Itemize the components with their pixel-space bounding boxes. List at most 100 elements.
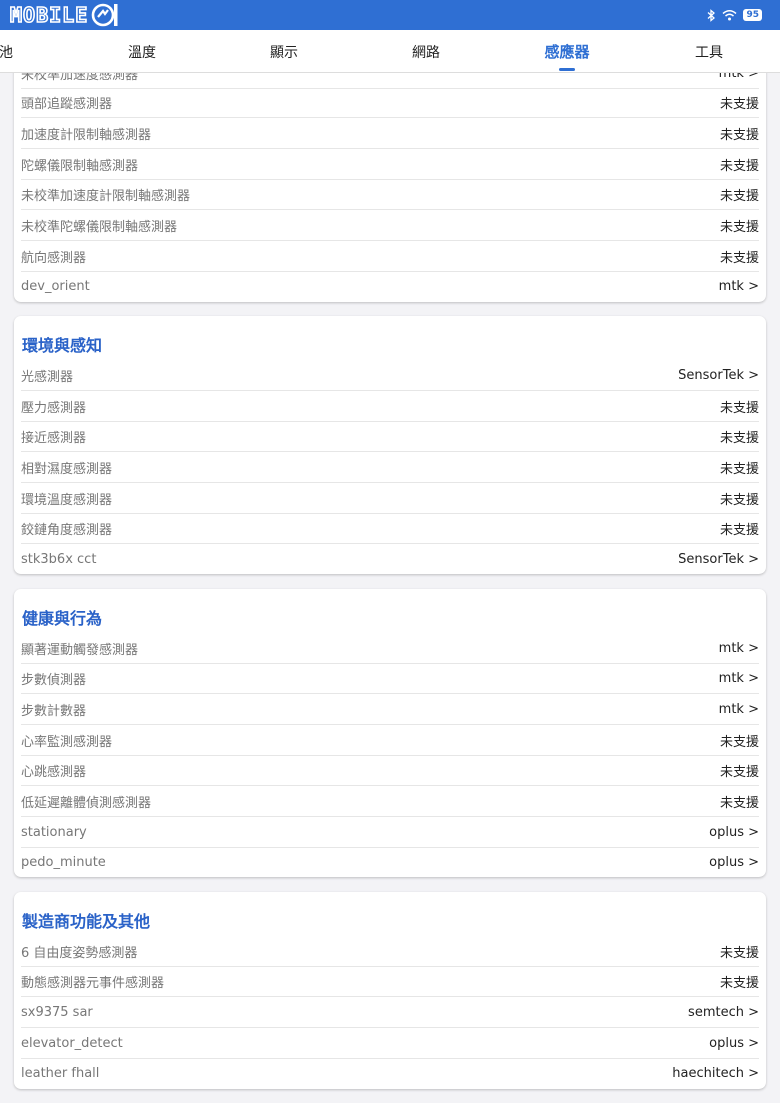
list-item: 心率監測感測器 未支援 [21,725,759,756]
row-label: 壓力感測器 [21,400,87,416]
list-item[interactable]: elevator_detect oplus > [21,1028,759,1059]
row-label: 動態感測器元事件感測器 [21,975,165,991]
row-label: 鉸鏈角度感測器 [21,522,113,538]
row-label: 未校準加速度計限制軸感測器 [21,188,191,204]
list-item[interactable]: pedo_minute oplus > [21,847,759,877]
list-item: 未校準加速度計限制軸感測器 未支援 [21,179,759,210]
list-item: 航向感測器 未支援 [21,241,759,272]
row-value: 未支援 [719,461,759,477]
section-title: 製造商功能及其他 [22,912,151,931]
row-value: 未支援 [719,96,759,112]
row-value: SensorTek > [678,552,759,567]
tab-network[interactable]: 網路 [412,30,440,73]
battery-level: 95 [743,9,762,21]
row-label: 步數偵測器 [21,672,87,688]
list-item: 6 自由度姿勢感測器 未支援 [21,936,759,967]
list-item: 加速度計限制軸感測器 未支援 [21,118,759,149]
site-logo: MOBILE [9,2,120,28]
row-value: haechitech > [672,1066,759,1081]
list-item: 未校準陀螺儀限制軸感測器 未支援 [21,210,759,241]
list-item: 環境溫度感測器 未支援 [21,483,759,514]
list-item[interactable]: leather fhall haechitech > [21,1058,759,1089]
status-icons: 95 [707,8,762,22]
row-value: 未支援 [719,764,759,780]
tab-battery[interactable]: 池 [0,30,13,73]
row-value: 未支援 [719,522,759,538]
sensor-card-vendor: 製造商功能及其他 6 自由度姿勢感測器 未支援 動態感測器元事件感測器 未支援 … [14,892,766,1089]
list-item: 陀螺儀限制軸感測器 未支援 [21,149,759,180]
sensor-card-environment: 環境與感知 光感測器 SensorTek > 壓力感測器 未支援 接近感測器 未… [14,316,766,574]
row-value: oplus > [709,1035,759,1051]
tab-bar-overlay: 池 溫度 顯示 網路 感應器 工具 [0,30,780,73]
list-item: 頭部追蹤感測器 未支援 [21,87,759,118]
row-label: stk3b6x cct [21,552,97,567]
row-value: semtech > [688,1004,759,1020]
row-label: 6 自由度姿勢感測器 [21,945,138,961]
list-item: 動態感測器元事件感測器 未支援 [21,966,759,997]
row-label: sx9375 sar [21,1004,93,1020]
list-item: 低延遲離體偵測感測器 未支援 [21,786,759,817]
row-label: leather fhall [21,1066,100,1081]
row-label: 顯著運動觸發感測器 [21,642,139,658]
row-value: oplus > [709,824,759,840]
row-label: 步數計數器 [21,703,87,719]
row-value: mtk > [718,670,759,686]
tab-temperature[interactable]: 溫度 [128,30,156,73]
logo-text: MOBILE [9,3,89,27]
row-value: 未支援 [719,734,759,750]
list-item[interactable]: stationary oplus > [21,817,759,848]
list-item[interactable]: dev_orient mtk > [21,271,759,302]
list-item: 鉸鏈角度感測器 未支援 [21,513,759,544]
list-item[interactable]: 光感測器 SensorTek > [21,360,759,391]
row-value: 未支援 [719,400,759,416]
list-item[interactable]: 顯著運動觸發感測器 mtk > [21,633,759,664]
row-label: pedo_minute [21,855,106,870]
list-item[interactable]: stk3b6x cct SensorTek > [21,544,759,574]
row-value: 未支援 [719,127,759,143]
wifi-icon [722,10,737,21]
row-label: 加速度計限制軸感測器 [21,127,152,143]
row-value: 未支援 [719,975,759,991]
row-label: stationary [21,824,87,840]
list-item: 心跳感測器 未支援 [21,755,759,786]
row-value: 未支援 [719,945,759,961]
row-label: 相對濕度感測器 [21,461,113,477]
section-title: 環境與感知 [22,336,103,355]
sensor-card-motion: 未校準加速度感測器 mtk > 頭部追蹤感測器 未支援 加速度計限制軸感測器 未… [14,58,766,302]
sensor-card-health: 健康與行為 顯著運動觸發感測器 mtk > 步數偵測器 mtk > 步數計數器 … [14,589,766,877]
tab-tools[interactable]: 工具 [695,30,723,73]
row-label: 光感測器 [21,369,74,385]
row-value: 未支援 [719,158,759,174]
row-label: 頭部追蹤感測器 [21,96,113,112]
row-label: elevator_detect [21,1035,123,1051]
tab-sensors[interactable]: 感應器 [544,30,589,73]
row-value: mtk > [718,279,759,294]
tab-display[interactable]: 顯示 [270,30,298,73]
row-value: 未支援 [719,492,759,508]
row-label: 接近感測器 [21,430,87,446]
row-label: 環境溫度感測器 [21,492,113,508]
row-value: 未支援 [719,188,759,204]
list-item[interactable]: 步數偵測器 mtk > [21,663,759,694]
logo-mark-icon [91,3,118,27]
row-value: 未支援 [719,219,759,235]
section-title: 健康與行為 [22,609,103,628]
status-bar-top: MOBILE 95 [0,0,780,30]
row-label: 低延遲離體偵測感測器 [21,795,152,811]
row-value: 未支援 [719,430,759,446]
row-value: oplus > [709,855,759,870]
row-value: mtk > [718,640,759,656]
row-value: 未支援 [719,250,759,266]
list-item[interactable]: 步數計數器 mtk > [21,694,759,725]
list-item: 相對濕度感測器 未支援 [21,452,759,483]
row-value: SensorTek > [678,367,759,383]
row-value: mtk > [718,701,759,717]
list-item: 接近感測器 未支援 [21,421,759,452]
row-label: 未校準陀螺儀限制軸感測器 [21,219,178,235]
row-label: 航向感測器 [21,250,87,266]
bluetooth-icon [708,8,716,22]
list-item[interactable]: sx9375 sar semtech > [21,997,759,1028]
active-tab-indicator [559,68,575,71]
row-label: 心跳感測器 [21,764,87,780]
row-value: 未支援 [719,795,759,811]
